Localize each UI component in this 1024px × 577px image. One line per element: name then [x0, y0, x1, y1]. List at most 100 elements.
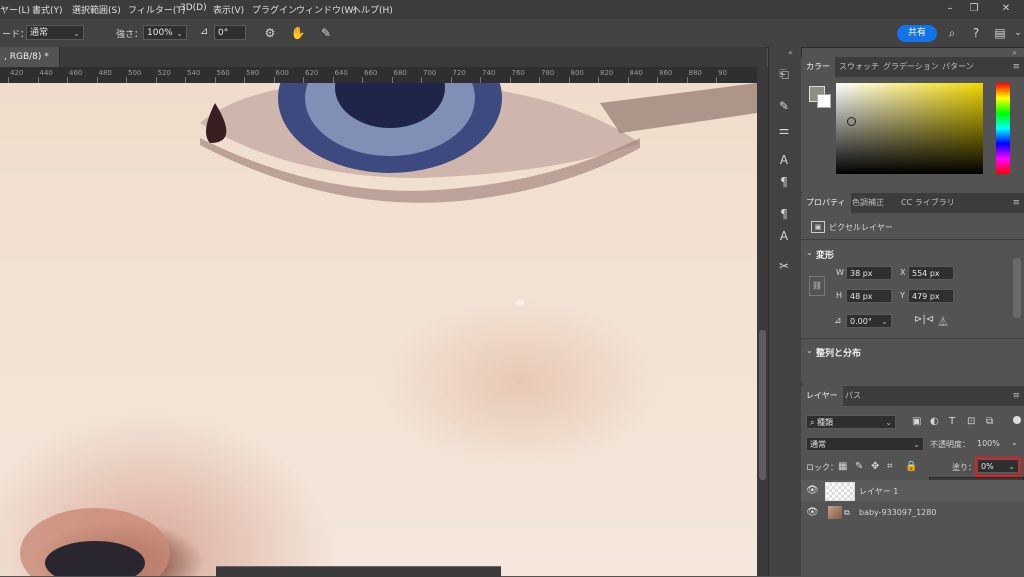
lock-position-icon[interactable]: ✥ [871, 461, 879, 472]
chevron-down-icon[interactable]: ⌄ [1011, 438, 1018, 447]
ruler-tick-label: 480 [98, 69, 112, 77]
minimize-icon[interactable]: – [942, 2, 958, 16]
flip-vertical-icon[interactable]: ⏅ [938, 313, 948, 328]
menu-type[interactable]: 書式(Y) [32, 3, 63, 16]
filter-toggle-icon[interactable] [1013, 416, 1021, 424]
ruler-tick-label: 760 [511, 69, 525, 77]
collapse-panels-icon[interactable]: » [1012, 48, 1017, 57]
tab-adjustments[interactable]: 色調補正 [847, 193, 889, 213]
height-input[interactable]: 48 px [846, 289, 892, 303]
layer-filter-select[interactable]: ⌕ 種類 ⌄ [806, 415, 896, 429]
tab-color[interactable]: カラー [801, 57, 835, 77]
menu-plugins[interactable]: プラグイン [252, 3, 297, 16]
height-label: H [836, 291, 843, 300]
properties-scrollbar-thumb[interactable] [1013, 258, 1021, 318]
lock-artboard-icon[interactable]: ⌗ [887, 461, 893, 472]
background-color-swatch[interactable] [817, 94, 831, 108]
search-icon[interactable]: ⌕ [944, 25, 960, 41]
brush-settings-icon[interactable]: ✎ [776, 98, 792, 114]
rotation-input[interactable]: 0.00° ⌄ [846, 314, 892, 328]
tab-swatches[interactable]: スウォッチ [834, 57, 884, 77]
tab-gradients[interactable]: グラデーション [878, 57, 944, 77]
tab-cc-libraries[interactable]: CC ライブラリ [896, 193, 960, 213]
blend-mode-select[interactable]: 通常 ⌄ [806, 437, 924, 451]
hue-slider[interactable] [996, 83, 1010, 174]
pen-pressure-icon[interactable]: ✎ [318, 25, 334, 41]
link-icon[interactable]: ⛓ [809, 276, 825, 296]
tool-presets-icon[interactable]: ✂ [776, 258, 792, 274]
tab-paths[interactable]: パス [840, 386, 866, 406]
paragraph-icon[interactable]: ¶ [776, 174, 792, 190]
tab-properties[interactable]: プロパティ [801, 193, 851, 213]
angle-input[interactable]: 0° [214, 25, 246, 40]
lock-transparency-icon[interactable]: ▦ [838, 461, 847, 472]
menu-layer[interactable]: ヤー(L) [0, 3, 30, 16]
width-input[interactable]: 38 px [846, 266, 892, 280]
chevron-down-icon[interactable]: ⌄ [1010, 25, 1024, 41]
image-canvas[interactable] [0, 83, 757, 576]
contextual-task-bar[interactable] [216, 566, 501, 577]
flip-horizontal-icon[interactable]: ⊳|⊲ [914, 314, 934, 325]
collapse-arrows-icon[interactable]: « [788, 48, 793, 57]
history-icon[interactable]: ⎗ [776, 66, 792, 82]
paragraph-styles-icon[interactable]: ¶ [776, 206, 792, 222]
strength-input[interactable]: 100% ⌄ [143, 25, 187, 40]
shape-filter-icon[interactable]: ⊡ [967, 416, 975, 427]
color-picker-marker[interactable] [847, 117, 856, 126]
chevron-down-icon[interactable]: ⌄ [806, 248, 813, 257]
sample-all-layers-icon[interactable]: ✋ [290, 25, 306, 41]
menu-select[interactable]: 選択範囲(S) [72, 3, 121, 16]
ruler-tick-label: 740 [482, 69, 496, 77]
ruler-tick-label: 720 [452, 69, 466, 77]
menu-bar: ヤー(L) 書式(Y) 選択範囲(S) フィルター(T) 3D(D) 表示(V)… [0, 0, 1024, 19]
divider [801, 338, 1024, 339]
x-input[interactable]: 554 px [908, 266, 954, 280]
opacity-value[interactable]: 100% [977, 439, 1000, 448]
share-button[interactable]: 共有 [897, 25, 937, 42]
smart-object-filter-icon[interactable]: ⧉ [986, 416, 993, 427]
y-input[interactable]: 479 px [908, 289, 954, 303]
eye-icon[interactable]: 👁 [806, 485, 819, 496]
chevron-down-icon[interactable]: ⌄ [806, 346, 813, 355]
mode-label: ード： [2, 30, 30, 40]
vertical-scrollbar[interactable] [757, 67, 768, 576]
ruler-tick-label: 420 [10, 69, 24, 77]
mode-select[interactable]: 通常 ⌄ [26, 25, 84, 40]
close-window-icon[interactable]: ✕ [998, 2, 1014, 16]
fill-input[interactable]: 0% ⌄ [977, 459, 1019, 473]
panel-menu-icon[interactable]: ≡ [1012, 62, 1020, 72]
layer-name[interactable]: baby-933097_1280 [859, 508, 936, 517]
chevron-down-icon: ⌄ [913, 440, 920, 449]
menu-window[interactable]: ウィンドウ(W) [296, 3, 357, 16]
image-filter-icon[interactable]: ▣ [912, 416, 921, 427]
workspace-icon[interactable]: ▤ [992, 25, 1008, 41]
pressure-icon[interactable]: ⚙ [262, 25, 278, 41]
adjustment-filter-icon[interactable]: ◐ [930, 416, 939, 427]
tab-layers[interactable]: レイヤー [801, 386, 843, 406]
layer-row-baby[interactable]: 👁 ⧉ baby-933097_1280 [801, 502, 1024, 524]
type-filter-icon[interactable]: T [949, 416, 955, 427]
scrollbar-thumb[interactable] [759, 330, 766, 480]
layer-thumbnail-photo [828, 506, 842, 519]
tab-patterns[interactable]: パターン [937, 57, 979, 77]
character-styles-icon[interactable]: A [776, 228, 792, 244]
ruler-tick-label: 540 [187, 69, 201, 77]
layer-row-layer1[interactable]: 👁 レイヤー 1 [801, 480, 1024, 502]
lock-all-icon[interactable]: 🔒 [905, 461, 917, 472]
eye-icon[interactable]: 👁 [806, 507, 819, 518]
help-icon[interactable]: ? [968, 25, 984, 41]
panel-menu-icon[interactable]: ≡ [1012, 391, 1020, 401]
color-field[interactable] [836, 83, 983, 174]
restore-icon[interactable]: ❐ [966, 2, 982, 16]
adjustments-icon[interactable]: ⚌ [776, 122, 792, 138]
menu-help[interactable]: ヘルプ(H) [352, 3, 393, 16]
lock-pixels-icon[interactable]: ✎ [855, 461, 863, 472]
layer-name[interactable]: レイヤー 1 [859, 486, 898, 497]
panel-menu-icon[interactable]: ≡ [1012, 198, 1020, 208]
menu-3d[interactable]: 3D(D) [180, 3, 207, 13]
menu-view[interactable]: 表示(V) [213, 3, 244, 16]
properties-panel-tabs: プロパティ 色調補正 CC ライブラリ ≡ [801, 193, 1024, 213]
menu-filter[interactable]: フィルター(T) [128, 3, 185, 16]
document-tab[interactable]: , RGB/8) * × [0, 47, 60, 82]
character-icon[interactable]: A [776, 152, 792, 168]
